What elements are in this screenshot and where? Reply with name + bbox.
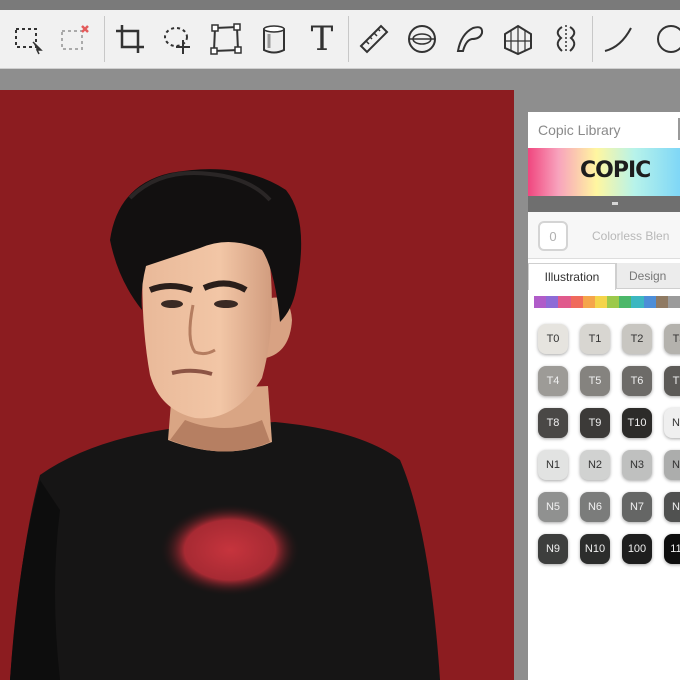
color-chip-n5[interactable]: N5 [538, 492, 568, 522]
hue-family-swatch[interactable] [667, 296, 680, 308]
hue-family-swatch[interactable] [546, 296, 559, 308]
hue-family-strip[interactable] [534, 296, 680, 308]
brand-banner: COPIC [528, 148, 680, 196]
tab-design[interactable]: Design [616, 263, 680, 289]
hue-family-swatch[interactable] [570, 296, 583, 308]
color-chip-t4[interactable]: T4 [538, 366, 568, 396]
tab-illustration[interactable]: Illustration [528, 263, 616, 290]
hue-family-swatch[interactable] [558, 296, 571, 308]
hue-family-swatch[interactable] [643, 296, 656, 308]
color-chip-t0[interactable]: T0 [538, 324, 568, 354]
toolbar-separator [104, 16, 105, 62]
toolbar-separator [592, 16, 593, 62]
hue-family-swatch[interactable] [582, 296, 595, 308]
color-chip-t1[interactable]: T1 [580, 324, 610, 354]
color-chip-110[interactable]: 110 [664, 534, 680, 564]
color-chip-t3[interactable]: T3 [664, 324, 680, 354]
text-tool-glyph: T [310, 19, 334, 59]
stroke-icon[interactable] [596, 18, 640, 60]
color-chip-t8[interactable]: T8 [538, 408, 568, 438]
ellipse-guide-icon[interactable] [400, 18, 444, 60]
color-chip-n0[interactable]: N0 [664, 408, 680, 438]
toolbar: T [0, 10, 680, 69]
color-chip-n8[interactable]: N8 [664, 492, 680, 522]
portrait-painting [10, 169, 440, 680]
circle-icon[interactable] [644, 18, 680, 60]
crop-icon[interactable] [108, 18, 152, 60]
fill-bucket-icon[interactable] [252, 18, 296, 60]
color-chip-n7[interactable]: N7 [622, 492, 652, 522]
collapse-handle-icon [612, 202, 618, 205]
hue-family-swatch[interactable] [594, 296, 608, 308]
color-chip-t2[interactable]: T2 [622, 324, 652, 354]
toolbar-separator [348, 16, 349, 62]
colorless-blender-label: Colorless Blen [592, 229, 670, 243]
color-chip-n1[interactable]: N1 [538, 450, 568, 480]
copic-logo: COPIC [580, 158, 651, 183]
hue-family-swatch[interactable] [631, 296, 644, 308]
library-tabs: Illustration Design [528, 263, 680, 290]
color-chip-t7[interactable]: T7 [664, 366, 680, 396]
copic-library-panel: Copic Library COPIC 0 Colorless Blen Ill… [528, 112, 680, 680]
drawing-canvas[interactable] [0, 90, 514, 680]
hue-family-swatch[interactable] [619, 296, 632, 308]
perspective-icon[interactable] [496, 18, 540, 60]
panel-handle[interactable] [674, 118, 680, 140]
color-chip-n2[interactable]: N2 [580, 450, 610, 480]
marquee-select-icon[interactable] [6, 18, 50, 60]
lasso-move-icon[interactable] [156, 18, 200, 60]
curve-ruler-icon[interactable] [448, 18, 492, 60]
color-chip-n3[interactable]: N3 [622, 450, 652, 480]
color-chip-t6[interactable]: T6 [622, 366, 652, 396]
window-top-bar [0, 0, 680, 10]
banner-collapse-bar[interactable] [528, 196, 680, 212]
transform-icon[interactable] [204, 18, 248, 60]
text-icon[interactable]: T [300, 18, 344, 60]
colorless-blender-swatch[interactable]: 0 [538, 221, 568, 251]
color-chip-t5[interactable]: T5 [580, 366, 610, 396]
color-chip-n6[interactable]: N6 [580, 492, 610, 522]
colorless-blender-row[interactable]: 0 Colorless Blen [528, 212, 680, 259]
ruler-icon[interactable] [352, 18, 396, 60]
symmetry-icon[interactable] [544, 18, 588, 60]
hue-family-swatch[interactable] [607, 296, 620, 308]
color-chip-n9[interactable]: N9 [538, 534, 568, 564]
color-chip-n10[interactable]: N10 [580, 534, 610, 564]
color-chip-n4[interactable]: N4 [664, 450, 680, 480]
hue-family-swatch[interactable] [534, 296, 547, 308]
panel-title: Copic Library [538, 122, 621, 138]
color-chip-t9[interactable]: T9 [580, 408, 610, 438]
color-chip-100[interactable]: 100 [622, 534, 652, 564]
marquee-deselect-icon[interactable] [52, 18, 96, 60]
color-chip-t10[interactable]: T10 [622, 408, 652, 438]
hue-family-swatch[interactable] [655, 296, 668, 308]
